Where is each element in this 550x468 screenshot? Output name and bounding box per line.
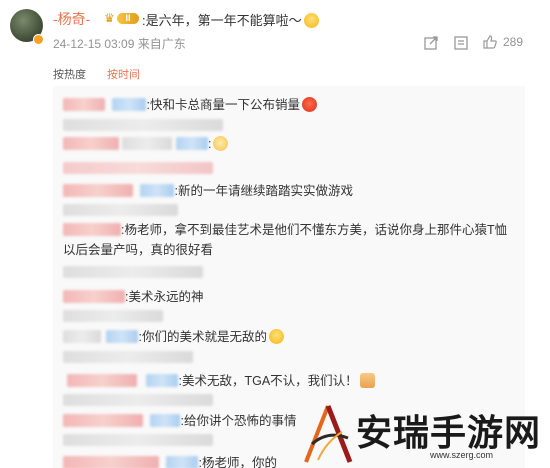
blurred-mention: [146, 374, 179, 387]
reply-item: :杨老师，拿不到最佳艺术是他们不懂东方美，话说你身上那件心猿T恤以后会量产吗，真…: [63, 220, 518, 260]
blurred-username: [63, 137, 119, 150]
comment-meta: 24-12-15 03:09 来自广东: [53, 35, 186, 52]
like-icon[interactable]: [482, 34, 498, 50]
blurred-reply: [63, 351, 193, 363]
blurred-username: [63, 223, 121, 236]
reply-item: :美术永远的神: [63, 286, 203, 305]
reply-item: :你们的美术就是无敌的: [63, 326, 284, 345]
reply-item: :给你讲个恐怖的事情: [63, 410, 296, 429]
blurred-reply: [63, 204, 178, 216]
watermark-title: 安瑞手游网: [356, 412, 542, 454]
reply-text: :快和卡总商量一下公布销量: [146, 98, 300, 112]
blurred-reply: [63, 394, 213, 406]
reply-text: :杨老师，拿不到最佳艺术是他们不懂东方美，话说你身上那件心猿T恤以后会量产吗，真…: [63, 223, 508, 257]
vip-level: II: [117, 13, 139, 24]
blurred-username: [63, 290, 125, 303]
blurred-mention: [106, 330, 139, 343]
reply-text: :美术永远的神: [125, 290, 204, 304]
blurred-mention: [140, 184, 175, 197]
vip-badge: ♛ II: [104, 11, 140, 26]
blurred-reply: [63, 310, 163, 322]
blurred-username: [63, 184, 133, 197]
watermark-logo-icon: [304, 405, 353, 463]
verified-badge-icon: [33, 34, 44, 45]
blurred-mention: [175, 137, 208, 150]
watermark: 安瑞手游网 www.szerg.com: [298, 400, 550, 468]
reply-text: :杨老师，你的: [198, 456, 277, 468]
sort-by-hot-tab[interactable]: 按热度: [53, 66, 86, 82]
share-icon[interactable]: [423, 35, 439, 51]
reply-item: :: [63, 136, 229, 151]
username[interactable]: -杨奇-: [53, 9, 90, 29]
comment-body: :是六年，第一年不能算啦～: [142, 10, 319, 29]
blurred-username: [63, 98, 105, 111]
reply-item: :杨老师，你的: [63, 452, 277, 468]
reply-text: :: [207, 137, 212, 151]
blurred-reply: [63, 162, 213, 174]
reply-text: :美术无敌，TGA不认，我们认！: [178, 374, 358, 388]
reply-text: :你们的美术就是无敌的: [138, 330, 267, 344]
blurred-username: [67, 374, 137, 387]
blurred-reply: [63, 434, 213, 446]
blurred-username: [63, 414, 143, 427]
reply-item: :快和卡总商量一下公布销量: [63, 94, 317, 113]
cry-laugh-emoji-icon: [268, 329, 284, 344]
blurred-reply: [63, 266, 203, 278]
blurred-username: [122, 137, 173, 150]
reply-icon[interactable]: [453, 35, 469, 51]
like-count: 289: [502, 35, 523, 49]
dog-emoji-icon: [213, 136, 229, 151]
location: 来自广东: [137, 37, 186, 51]
blurred-mention: [112, 98, 147, 111]
angry-emoji-icon: [301, 97, 317, 112]
comment-header: -杨奇- ♛ II :是六年，第一年不能算啦～ 24-12-15 03:09 来…: [0, 0, 550, 62]
blurred-mention: [150, 414, 181, 427]
blurred-username: [63, 330, 101, 343]
timestamp: 24-12-15 03:09: [53, 37, 135, 51]
comment-text: :是六年，第一年不能算啦～: [142, 13, 302, 28]
crown-icon: ♛: [104, 11, 115, 25]
reply-text: :新的一年请继续踏踏实实做游戏: [174, 184, 353, 198]
blurred-reply: [63, 119, 223, 131]
reply-item: :新的一年请继续踏踏实实做游戏: [63, 180, 353, 199]
blurred-username: [63, 456, 159, 468]
laugh-emoji-icon: [303, 13, 319, 28]
sort-by-time-tab[interactable]: 按时间: [107, 66, 140, 82]
thumbs-up-emoji-icon: [359, 373, 375, 388]
watermark-url: www.szerg.com: [430, 450, 494, 460]
reply-item: :美术无敌，TGA不认，我们认！: [63, 370, 375, 389]
reply-text: :给你讲个恐怖的事情: [180, 414, 297, 428]
blurred-mention: [166, 456, 199, 468]
